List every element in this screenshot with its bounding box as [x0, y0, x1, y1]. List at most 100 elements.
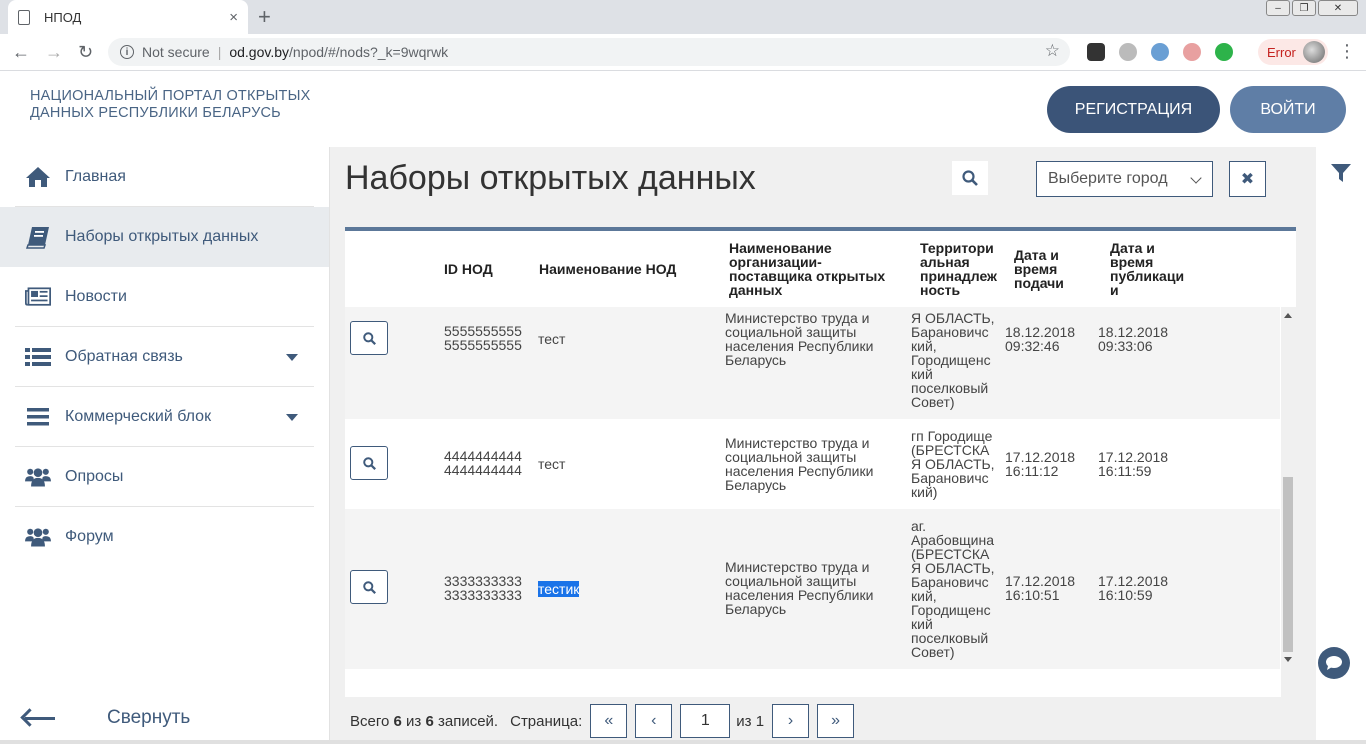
extension-icon[interactable] [1087, 43, 1105, 61]
cell-territory: Я ОБЛАСТЬ, Барановичс кий, Городищенс кий пос… [911, 310, 995, 410]
cell-published: 18.12.2018 09:33:06 [1098, 324, 1169, 354]
bookmark-star-icon[interactable]: ☆ [1045, 41, 1060, 61]
sidebar-item-label: Коммерческий блок [65, 407, 212, 425]
clear-filter-button[interactable]: ✖ [1229, 161, 1266, 197]
first-page-button[interactable]: « [590, 704, 628, 738]
collapse-sidebar-button[interactable]: Свернуть [25, 707, 190, 729]
sidebar-item-home[interactable]: Главная [15, 147, 314, 207]
address-bar[interactable]: i Not secure | od.gov.by /npod/#/nods?_k… [108, 38, 1070, 66]
portal-logo[interactable]: НАЦИОНАЛЬНЫЙ ПОРТАЛ ОТКРЫТЫХ ДАННЫХ РЕСП… [30, 88, 311, 122]
close-icon: ✖ [1240, 171, 1255, 188]
register-button[interactable]: РЕГИСТРАЦИЯ [1047, 86, 1220, 133]
pager-total-prefix: Всего [350, 712, 390, 730]
city-select[interactable]: Выберите город [1036, 161, 1213, 197]
cell-published: 17.12.2018 16:11:59 [1098, 449, 1169, 479]
collapse-label: Свернуть [107, 707, 191, 728]
main-content: Наборы открытых данных Выберите город ✖ … [330, 147, 1316, 744]
cell-id: 4444444444 4444444444 [444, 448, 522, 478]
list-icon [25, 348, 51, 366]
next-page-button[interactable]: › [772, 704, 810, 738]
last-page-button[interactable]: » [817, 704, 855, 738]
view-row-button[interactable] [350, 321, 388, 355]
scroll-up-icon[interactable] [1284, 313, 1292, 318]
profile-status: Error [1267, 44, 1296, 60]
cell-name: тест [538, 331, 566, 347]
table-row[interactable]: 5555555555 5555555555 тест Министерство т… [345, 307, 1280, 419]
cell-published: 17.12.2018 16:10:59 [1098, 573, 1169, 603]
minimize-icon[interactable]: – [1266, 0, 1290, 16]
column-header-id[interactable]: ID НОД [444, 262, 493, 276]
extension-icon[interactable] [1151, 43, 1169, 61]
cell-id: 3333333333 3333333333 [444, 573, 522, 603]
users-icon [25, 468, 51, 487]
sidebar-item-news[interactable]: Новости [15, 267, 314, 327]
menu-icon[interactable]: ⋮ [1338, 42, 1356, 60]
sidebar-item-label: Опросы [65, 467, 124, 485]
chat-icon [1326, 656, 1342, 670]
search-icon [962, 170, 978, 186]
avatar [1303, 41, 1325, 63]
column-header-territory[interactable]: Территори альная принадлеж ность [920, 241, 997, 297]
evernote-icon[interactable] [1215, 43, 1233, 61]
page-number-input[interactable]: 1 [680, 704, 731, 738]
window-close-icon[interactable]: ✕ [1318, 0, 1358, 16]
reload-icon[interactable]: ↻ [78, 40, 93, 64]
chevron-down-icon[interactable] [286, 354, 298, 361]
cell-territory: гп Городище (БРЕСТСКА Я ОБЛАСТЬ, Барановичс… [911, 428, 995, 500]
sidebar-item-label: Наборы открытых данных [65, 228, 259, 245]
table-body: 5555555555 5555555555 тест Министерство т… [345, 307, 1296, 697]
login-button[interactable]: ВОЙТИ [1230, 86, 1346, 133]
sidebar-item-label: Главная [65, 167, 126, 185]
chevron-down-icon[interactable] [286, 414, 298, 421]
sidebar-item-label: Обратная связь [65, 347, 183, 365]
sidebar-item-polls[interactable]: Опросы [15, 447, 314, 507]
info-icon[interactable]: i [120, 45, 134, 59]
portal-title-line1: НАЦИОНАЛЬНЫЙ ПОРТАЛ ОТКРЫТЫХ [30, 88, 311, 104]
restore-icon[interactable]: ❐ [1292, 0, 1316, 16]
url-separator: | [217, 44, 222, 60]
site-header: НАЦИОНАЛЬНЫЙ ПОРТАЛ ОТКРЫТЫХ ДАННЫХ РЕСП… [0, 71, 1366, 147]
newspaper-icon [25, 287, 51, 306]
menu-icon [27, 408, 49, 426]
chat-button[interactable] [1318, 647, 1350, 679]
cell-submitted: 18.12.2018 09:32:46 [1005, 324, 1076, 354]
pager-of: из [406, 712, 422, 730]
table-row[interactable]: 3333333333 3333333333 тестик Министерство… [345, 509, 1280, 669]
table-row[interactable]: 4444444444 4444444444 тест Министерство т… [345, 419, 1280, 509]
sidebar-item-forum[interactable]: Форум [15, 507, 314, 567]
sidebar-item-datasets[interactable]: Наборы открытых данных [0, 207, 329, 267]
sidebar-item-feedback[interactable]: Обратная связь [15, 327, 314, 387]
cell-org: Министерство труда и социальной защиты нас… [725, 559, 874, 617]
cell-id: 5555555555 5555555555 [444, 323, 522, 353]
cell-submitted: 17.12.2018 16:10:51 [1005, 573, 1076, 603]
table-header: ID НОД Наименование НОД Наименование орга… [345, 231, 1296, 307]
search-button[interactable] [952, 161, 988, 195]
back-icon[interactable]: ← [12, 40, 30, 64]
sidebar-item-commerce[interactable]: Коммерческий блок [15, 387, 314, 447]
browser-tab[interactable]: НПОД × [8, 0, 248, 34]
prev-page-button[interactable]: ‹ [635, 704, 673, 738]
browser-tabbar: НПОД × + – ❐ ✕ [0, 0, 1366, 34]
table-scrollbar[interactable] [1281, 307, 1296, 697]
globe-icon[interactable] [1119, 43, 1137, 61]
column-header-org[interactable]: Наименование организации-поставщика откры… [729, 241, 885, 297]
pager-total-count: 6 [425, 712, 434, 730]
page-bottom-edge [0, 740, 1366, 744]
scrollbar-thumb[interactable] [1283, 477, 1293, 652]
close-icon[interactable]: × [229, 9, 238, 26]
pocket-icon[interactable] [1183, 43, 1201, 61]
scroll-down-icon[interactable] [1284, 657, 1292, 662]
pager-records: записей. [437, 712, 499, 730]
profile-error-button[interactable]: Error [1258, 39, 1328, 65]
column-header-published[interactable]: Дата и время публикаци и [1110, 241, 1184, 297]
filter-icon[interactable] [1330, 162, 1352, 184]
forward-icon[interactable]: → [45, 40, 63, 64]
security-label: Not secure [142, 44, 210, 60]
new-tab-icon[interactable]: + [258, 3, 271, 31]
column-header-submitted[interactable]: Дата и время подачи [1014, 248, 1064, 290]
cell-org: Министерство труда и социальной защиты нас… [725, 310, 874, 368]
page-icon [18, 9, 30, 25]
column-header-name[interactable]: Наименование НОД [539, 262, 676, 276]
view-row-button[interactable] [350, 570, 388, 604]
view-row-button[interactable] [350, 446, 388, 480]
